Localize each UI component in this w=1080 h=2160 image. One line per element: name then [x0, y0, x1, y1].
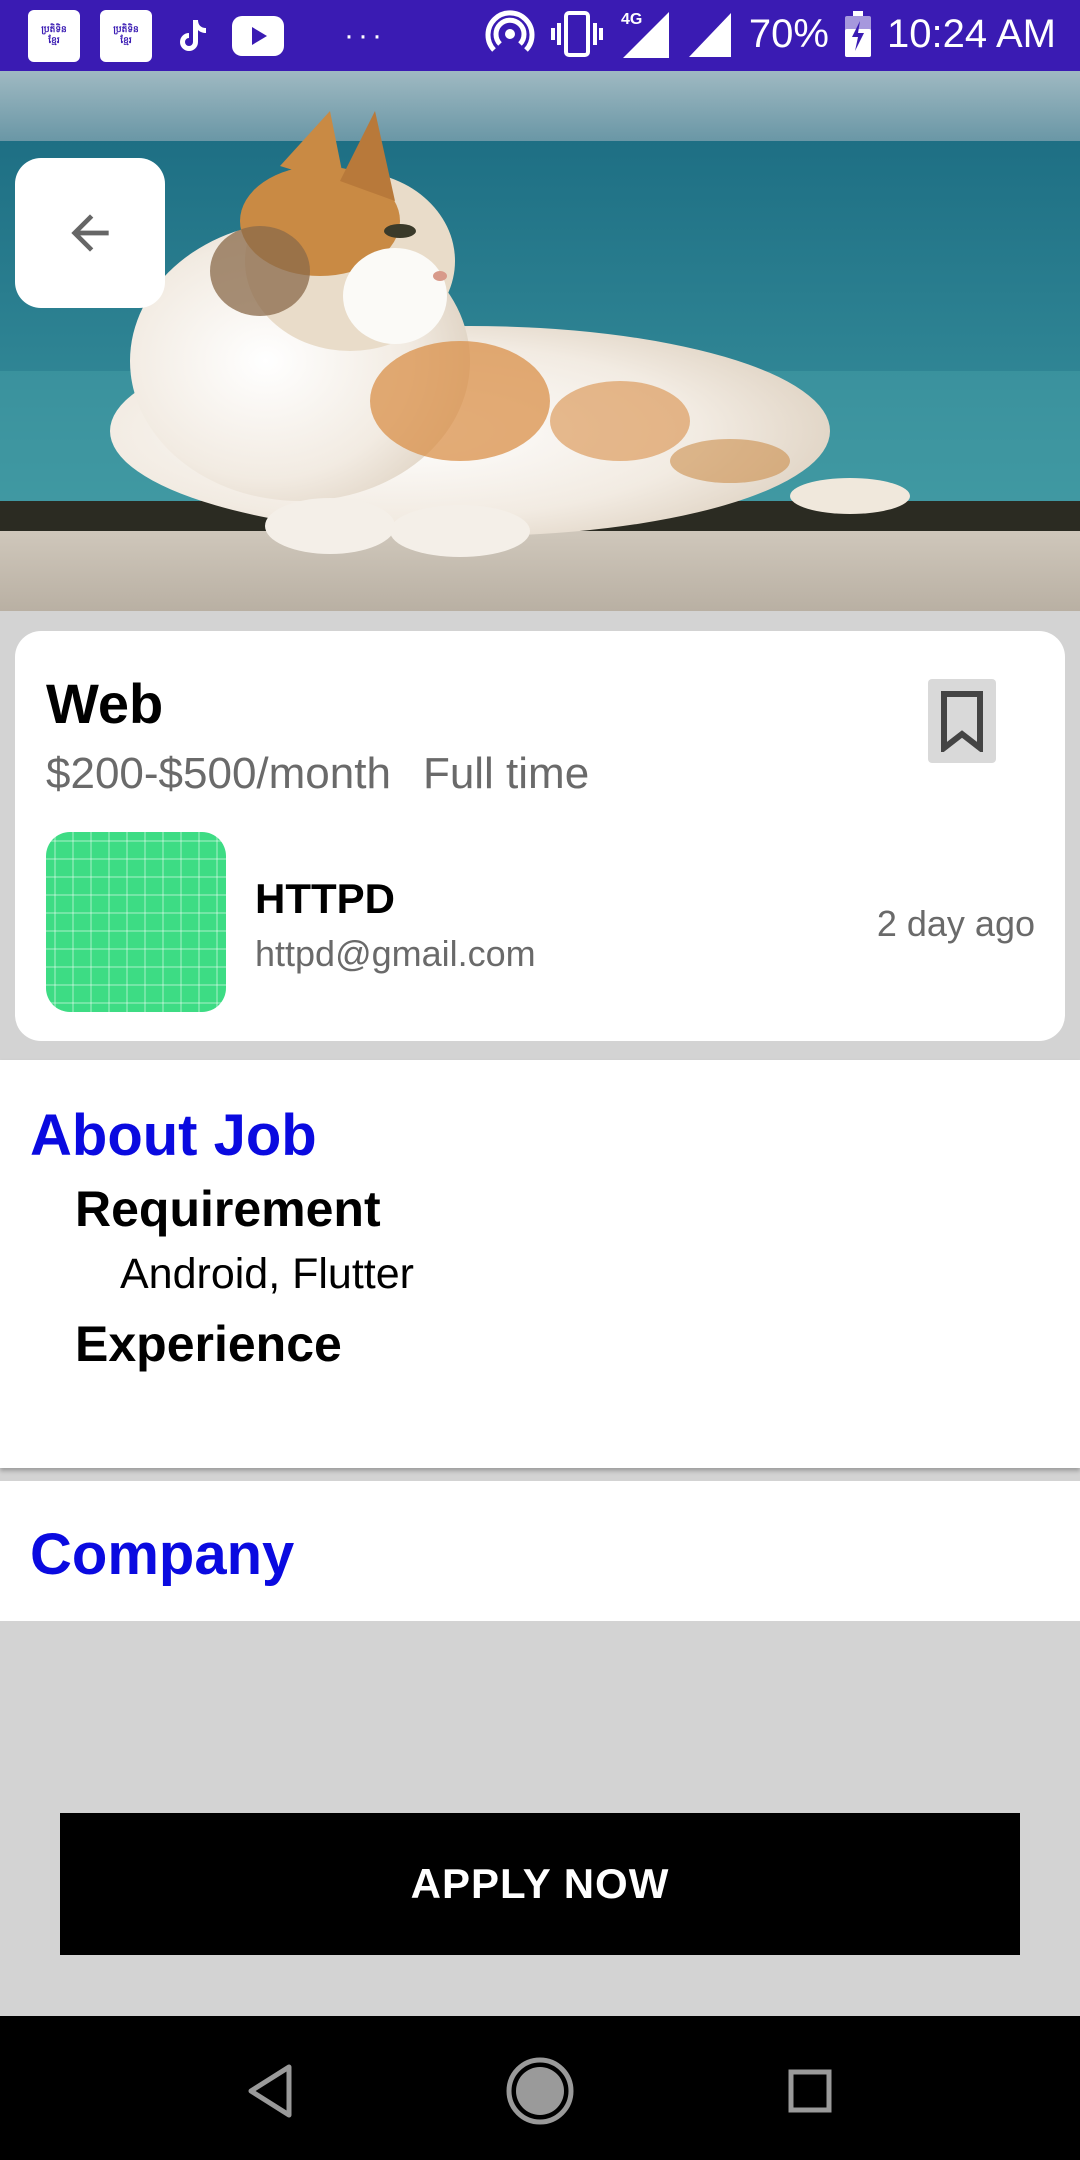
battery-charging-icon	[844, 11, 871, 57]
nav-home-icon	[506, 2057, 574, 2125]
job-salary: $200-$500/month	[46, 749, 391, 798]
requirement-heading: Requirement	[75, 1181, 381, 1237]
bookmark-icon	[941, 691, 983, 752]
requirement-value: Android, Flutter	[120, 1250, 414, 1298]
status-bar-right: 4G 70% 10:24 AM	[485, 8, 1056, 60]
experience-heading: Experience	[75, 1316, 342, 1372]
job-title: Web	[46, 672, 164, 735]
vibrate-icon	[550, 11, 603, 57]
company-logo	[46, 832, 226, 1012]
more-dots-icon: ···	[344, 19, 386, 52]
company-section-title: Company	[30, 1522, 295, 1587]
nav-home-button[interactable]	[505, 2056, 575, 2126]
job-meta: $200-$500/month Full time	[46, 749, 589, 799]
posted-time: 2 day ago	[876, 903, 1035, 944]
company-email: httpd@gmail.com	[255, 933, 536, 974]
youtube-icon	[232, 16, 284, 56]
nav-back-icon	[248, 2064, 292, 2118]
nav-recents-icon	[788, 2069, 832, 2113]
arrow-back-icon	[71, 214, 109, 252]
nav-back-button[interactable]	[235, 2056, 305, 2126]
bookmark-button[interactable]	[928, 679, 996, 763]
company-section: Company	[0, 1481, 1080, 1621]
calendar-app-icon: ប្រតិទិន ខ្មែរ	[100, 10, 152, 62]
svg-text:4G: 4G	[621, 11, 642, 28]
hotspot-icon	[485, 10, 535, 52]
signal-4g-icon: 4G	[621, 11, 669, 58]
system-nav-bar	[0, 2016, 1080, 2160]
status-bar-left: ប្រតិទិន ខ្មែរ ប្រតិទិន ខ្មែរ ···	[28, 10, 386, 62]
signal-icon	[688, 13, 731, 57]
job-cover-image	[0, 71, 1080, 611]
job-type: Full time	[422, 749, 590, 798]
back-button[interactable]	[15, 158, 165, 308]
status-bar: ប្រតិទិន ខ្មែរ ប្រតិទិន ខ្មែរ ··· 4G 70%…	[0, 0, 1080, 71]
about-job-title: About Job	[30, 1103, 317, 1168]
company-name: HTTPD	[255, 875, 395, 922]
tiktok-icon	[172, 10, 212, 62]
about-job-section: About Job Requirement Android, Flutter E…	[0, 1060, 1080, 1468]
battery-percent: 70%	[748, 11, 829, 56]
job-summary-card: Web $200-$500/month Full time HTTPD http…	[15, 631, 1065, 1041]
nav-recents-button[interactable]	[775, 2056, 845, 2126]
calendar-app-icon: ប្រតិទិន ខ្មែរ	[28, 10, 80, 62]
clock: 10:24 AM	[886, 11, 1056, 56]
apply-now-button[interactable]: APPLY NOW	[60, 1813, 1020, 1955]
